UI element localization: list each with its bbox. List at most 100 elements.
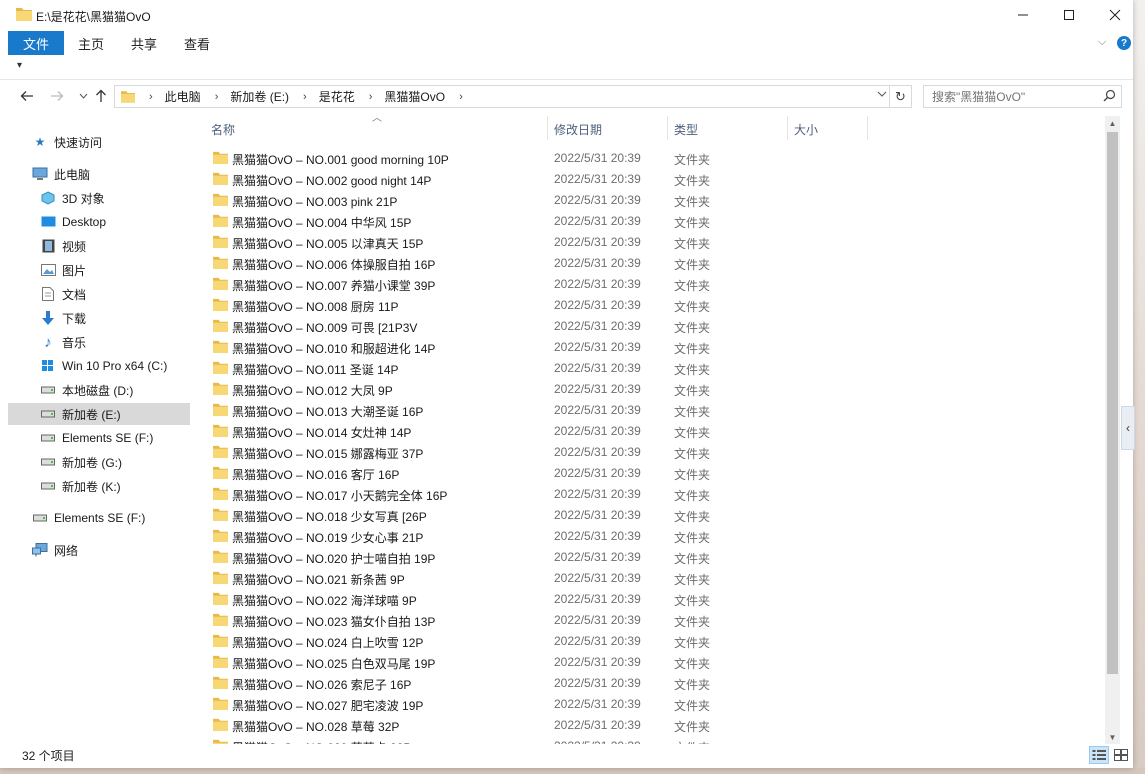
column-header-name[interactable]: 名称 <box>211 116 547 142</box>
file-row[interactable]: 黑猫猫OvO – NO.008 厨房 11P 2022/5/31 20:39 文件夹 <box>200 295 1105 316</box>
file-row[interactable]: 黑猫猫OvO – NO.023 猫女仆自拍 13P 2022/5/31 20:39… <box>200 610 1105 631</box>
file-name[interactable]: 黑猫猫OvO – NO.010 和服超进化 14P <box>232 340 435 357</box>
file-name[interactable]: 黑猫猫OvO – NO.027 肥宅凌波 19P <box>232 697 423 714</box>
tab-view[interactable]: 查看 <box>184 31 210 55</box>
search-icon[interactable] <box>1103 89 1116 102</box>
expand-ribbon-icon[interactable]: ⌵ <box>1098 36 1106 49</box>
minimize-button[interactable] <box>1000 0 1046 30</box>
forward-button[interactable] <box>46 85 68 107</box>
file-name[interactable]: 黑猫猫OvO – NO.024 白上吹雪 12P <box>232 634 423 651</box>
customize-toolbar-icon[interactable]: ▾ <box>17 60 22 71</box>
file-name[interactable]: 黑猫猫OvO – NO.007 养猫小课堂 39P <box>232 277 435 294</box>
tab-home[interactable]: 主页 <box>78 31 104 55</box>
file-row[interactable]: 黑猫猫OvO – NO.028 草莓 32P 2022/5/31 20:39 文件夹 <box>200 715 1105 736</box>
scrollbar-thumb[interactable] <box>1107 132 1118 674</box>
search-input[interactable] <box>924 86 1094 107</box>
tab-file[interactable]: 文件 <box>8 31 64 55</box>
sidebar-item-3d-objects[interactable]: 3D 对象 <box>8 187 190 209</box>
breadcrumb-folder-parent[interactable]: 是花花 <box>319 88 355 105</box>
sidebar-item-network[interactable]: 网络 <box>8 539 190 561</box>
file-name[interactable]: 黑猫猫OvO – NO.006 体操服自拍 16P <box>232 256 435 273</box>
file-row[interactable]: 黑猫猫OvO – NO.014 女灶神 14P 2022/5/31 20:39 文件… <box>200 421 1105 442</box>
scroll-up-icon[interactable]: ▲ <box>1105 116 1120 130</box>
file-row[interactable]: 黑猫猫OvO – NO.012 大凤 9P 2022/5/31 20:39 文件夹 <box>200 379 1105 400</box>
file-name[interactable]: 黑猫猫OvO – NO.021 新条茜 9P <box>232 571 405 588</box>
sidebar-item-downloads[interactable]: 下载 <box>8 307 190 329</box>
large-icons-view-button[interactable] <box>1111 746 1131 764</box>
maximize-button[interactable] <box>1046 0 1092 30</box>
file-row[interactable]: 黑猫猫OvO – NO.016 客厅 16P 2022/5/31 20:39 文件夹 <box>200 463 1105 484</box>
preview-pane-toggle[interactable]: ‹ <box>1121 406 1135 450</box>
breadcrumb-separator-icon[interactable]: › <box>369 91 373 103</box>
sidebar-item-drive-c[interactable]: Win 10 Pro x64 (C:) <box>8 355 190 377</box>
sidebar-item-drive-k[interactable]: 新加卷 (K:) <box>8 475 190 497</box>
file-name[interactable]: 黑猫猫OvO – NO.020 护士喵自拍 19P <box>232 550 435 567</box>
file-row[interactable]: 黑猫猫OvO – NO.027 肥宅凌波 19P 2022/5/31 20:39 文… <box>200 694 1105 715</box>
file-row[interactable]: 黑猫猫OvO – NO.026 索尼子 16P 2022/5/31 20:39 文件… <box>200 673 1105 694</box>
file-row[interactable]: 黑猫猫OvO – NO.025 白色双马尾 19P 2022/5/31 20:39… <box>200 652 1105 673</box>
file-name[interactable]: 黑猫猫OvO – NO.023 猫女仆自拍 13P <box>232 613 435 630</box>
file-name[interactable]: 黑猫猫OvO – NO.001 good morning 10P <box>232 151 449 168</box>
file-name[interactable]: 黑猫猫OvO – NO.012 大凤 9P <box>232 382 393 399</box>
file-row[interactable]: 黑猫猫OvO – NO.029 草莓卡 22P2022/5/31 20:39文件… <box>200 736 1105 744</box>
file-row[interactable]: 黑猫猫OvO – NO.019 少女心事 21P 2022/5/31 20:39 文… <box>200 526 1105 547</box>
column-header-size[interactable]: 大小 <box>794 116 866 142</box>
sidebar-item-quick-access[interactable]: ★ 快速访问 <box>8 131 190 153</box>
column-divider[interactable] <box>547 116 548 140</box>
sidebar-item-desktop[interactable]: Desktop <box>8 211 190 233</box>
file-name[interactable]: 黑猫猫OvO – NO.028 草莓 32P <box>232 718 399 735</box>
sidebar-item-drive-e[interactable]: 新加卷 (E:) <box>8 403 190 425</box>
breadcrumb-separator-icon[interactable]: › <box>149 91 153 103</box>
file-row[interactable]: 黑猫猫OvO – NO.018 少女写真 [26P 2022/5/31 20:39… <box>200 505 1105 526</box>
sidebar-item-this-pc[interactable]: 此电脑 <box>8 163 190 185</box>
file-name[interactable]: 黑猫猫OvO – NO.014 女灶神 14P <box>232 424 411 441</box>
file-name[interactable]: 黑猫猫OvO – NO.013 大潮圣诞 16P <box>232 403 423 420</box>
file-name[interactable]: 黑猫猫OvO – NO.003 pink 21P <box>232 193 397 210</box>
file-row[interactable]: 黑猫猫OvO – NO.007 养猫小课堂 39P 2022/5/31 20:39… <box>200 274 1105 295</box>
tab-share[interactable]: 共享 <box>131 31 157 55</box>
file-row[interactable]: 黑猫猫OvO – NO.003 pink 21P 2022/5/31 20:39 文… <box>200 190 1105 211</box>
file-name[interactable]: 黑猫猫OvO – NO.004 中华风 15P <box>232 214 411 231</box>
file-name[interactable]: 黑猫猫OvO – NO.009 可畏 [21P3V <box>232 319 417 336</box>
file-name[interactable]: 黑猫猫OvO – NO.022 海洋球喵 9P <box>232 592 417 609</box>
sidebar-item-videos[interactable]: 视频 <box>8 235 190 257</box>
file-name[interactable]: 黑猫猫OvO – NO.017 小天鹅完全体 16P <box>232 487 447 504</box>
column-header-type[interactable]: 类型 <box>674 116 786 142</box>
file-name[interactable]: 黑猫猫OvO – NO.015 娜露梅亚 37P <box>232 445 423 462</box>
up-button[interactable] <box>90 85 112 107</box>
file-row[interactable]: 黑猫猫OvO – NO.002 good night 14P 2022/5/31 … <box>200 169 1105 190</box>
file-name[interactable]: 黑猫猫OvO – NO.011 圣诞 14P <box>232 361 399 378</box>
address-dropdown-icon[interactable] <box>877 89 887 100</box>
sidebar-item-drive-d[interactable]: 本地磁盘 (D:) <box>8 379 190 401</box>
file-name[interactable]: 黑猫猫OvO – NO.026 索尼子 16P <box>232 676 411 693</box>
breadcrumb-this-pc[interactable]: 此电脑 <box>165 88 201 105</box>
file-row[interactable]: 黑猫猫OvO – NO.024 白上吹雪 12P 2022/5/31 20:39 文… <box>200 631 1105 652</box>
column-divider[interactable] <box>787 116 788 140</box>
file-row[interactable]: 黑猫猫OvO – NO.010 和服超进化 14P 2022/5/31 20:39… <box>200 337 1105 358</box>
file-name[interactable]: 黑猫猫OvO – NO.008 厨房 11P <box>232 298 399 315</box>
file-row[interactable]: 黑猫猫OvO – NO.009 可畏 [21P3V 2022/5/31 20:39… <box>200 316 1105 337</box>
file-name[interactable]: 黑猫猫OvO – NO.018 少女写真 [26P <box>232 508 427 525</box>
sidebar-item-drive-g[interactable]: 新加卷 (G:) <box>8 451 190 473</box>
file-name[interactable]: 黑猫猫OvO – NO.025 白色双马尾 19P <box>232 655 435 672</box>
column-divider[interactable] <box>867 116 868 140</box>
sidebar-item-documents[interactable]: 文档 <box>8 283 190 305</box>
file-row[interactable]: 黑猫猫OvO – NO.020 护士喵自拍 19P 2022/5/31 20:39… <box>200 547 1105 568</box>
file-row[interactable]: 黑猫猫OvO – NO.017 小天鹅完全体 16P 2022/5/31 20:3… <box>200 484 1105 505</box>
file-name[interactable]: 黑猫猫OvO – NO.005 以津真天 15P <box>232 235 423 252</box>
file-row[interactable]: 黑猫猫OvO – NO.006 体操服自拍 16P 2022/5/31 20:39… <box>200 253 1105 274</box>
file-row[interactable]: 黑猫猫OvO – NO.021 新条茜 9P 2022/5/31 20:39 文件夹 <box>200 568 1105 589</box>
help-icon[interactable]: ? <box>1117 36 1131 50</box>
file-name[interactable]: 黑猫猫OvO – NO.002 good night 14P <box>232 172 431 189</box>
file-row[interactable]: 黑猫猫OvO – NO.022 海洋球喵 9P 2022/5/31 20:39 文件… <box>200 589 1105 610</box>
file-row[interactable]: 黑猫猫OvO – NO.005 以津真天 15P 2022/5/31 20:39 文… <box>200 232 1105 253</box>
file-row[interactable]: 黑猫猫OvO – NO.015 娜露梅亚 37P 2022/5/31 20:39 文… <box>200 442 1105 463</box>
sidebar-item-music[interactable]: ♪ 音乐 <box>8 331 190 353</box>
breadcrumb-separator-icon[interactable]: › <box>215 91 219 103</box>
sidebar-item-drive-f[interactable]: Elements SE (F:) <box>8 427 190 449</box>
file-name[interactable]: 黑猫猫OvO – NO.016 客厅 16P <box>232 466 399 483</box>
sidebar-item-external-drive[interactable]: Elements SE (F:) <box>8 507 190 529</box>
breadcrumb-folder-current[interactable]: 黑猫猫OvO <box>384 88 445 105</box>
search-box[interactable] <box>923 85 1122 108</box>
file-row[interactable]: 黑猫猫OvO – NO.004 中华风 15P 2022/5/31 20:39 文件… <box>200 211 1105 232</box>
